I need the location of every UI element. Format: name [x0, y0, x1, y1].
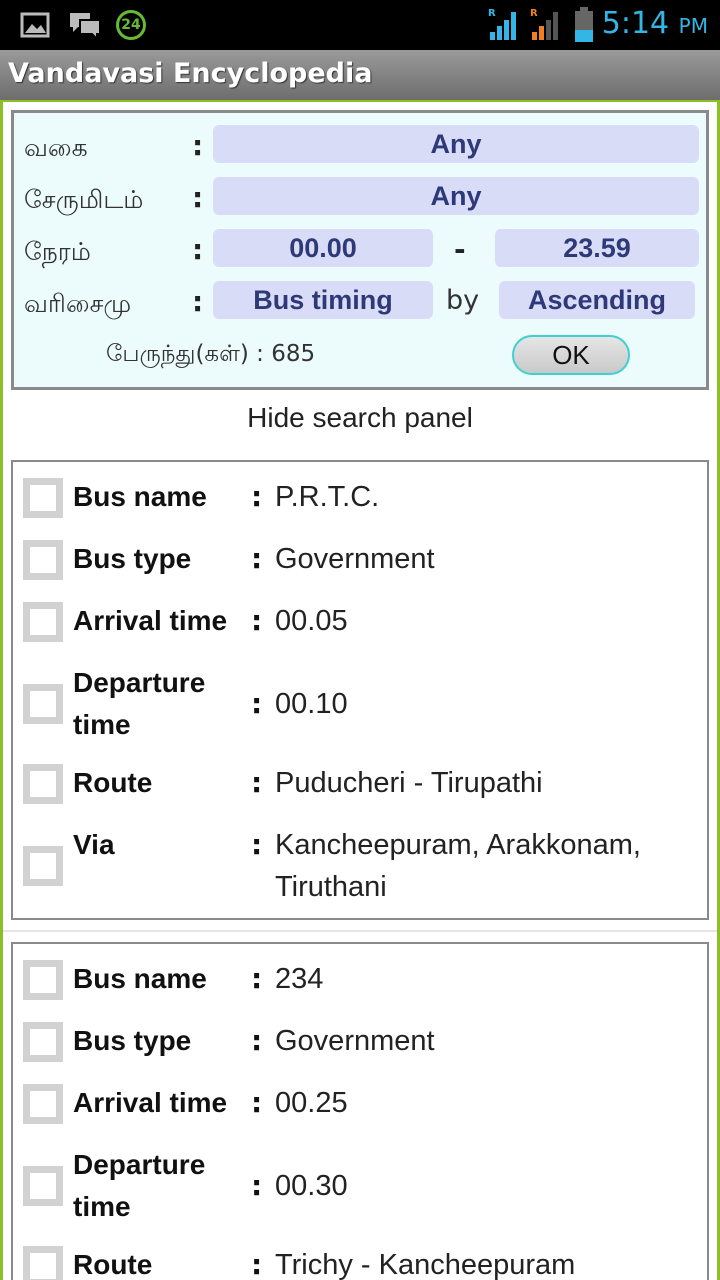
card-divider	[3, 930, 717, 932]
checkbox[interactable]	[23, 764, 63, 804]
checkbox[interactable]	[23, 540, 63, 580]
row-colon: :	[251, 480, 263, 513]
row-colon: :	[251, 766, 263, 799]
row-route: Route : Trichy - Kancheepuram	[13, 1244, 707, 1280]
row-value: 00.05	[275, 605, 348, 637]
row-colon: :	[251, 1248, 263, 1280]
row-colon: :	[251, 1086, 263, 1119]
time-to-select[interactable]: 23.59	[495, 229, 699, 267]
checkbox[interactable]	[23, 1166, 63, 1206]
time-separator: -	[454, 233, 466, 266]
row-value: 00.10	[275, 688, 348, 720]
status-bar: 24 R R 5:14 PM	[0, 0, 720, 50]
row-bus-type: Bus type : Government	[13, 538, 707, 580]
row-colon: :	[251, 1169, 263, 1202]
app-title-bar: Vandavasi Encyclopedia	[0, 50, 720, 102]
row-colon: :	[251, 828, 263, 861]
checkbox[interactable]	[23, 602, 63, 642]
destination-label: சேருமிடம்	[24, 185, 144, 214]
row-via: Via : Kancheepuram, Arakkonam, Tiruthani	[13, 824, 707, 908]
destination-select[interactable]: Any	[213, 177, 699, 215]
row-route: Route : Puducheri - Tirupathi	[13, 762, 707, 804]
time-from-select[interactable]: 00.00	[213, 229, 433, 267]
row-bus-name: Bus name : P.R.T.C.	[13, 476, 707, 518]
clock: 5:14 PM	[602, 6, 708, 41]
row-bus-name: Bus name : 234	[13, 958, 707, 1000]
row-value: Government	[275, 543, 435, 575]
sort-order-select[interactable]: Ascending	[499, 281, 695, 319]
notification-24-icon: 24	[116, 10, 146, 40]
row-colon: :	[251, 604, 263, 637]
sort-colon: :	[192, 285, 204, 318]
row-departure-time: Departure time : 00.30	[13, 1144, 707, 1228]
row-label: Route	[73, 767, 153, 798]
signal-r2-icon: R	[530, 8, 558, 40]
row-value: Government	[275, 1025, 435, 1057]
row-colon: :	[251, 687, 263, 720]
clock-time: 5:14	[601, 6, 670, 41]
image-icon	[20, 12, 50, 38]
row-value: Puducheri - Tirupathi	[275, 767, 543, 799]
checkbox[interactable]	[23, 478, 63, 518]
row-label: Route	[73, 1249, 153, 1280]
row-label: Via	[73, 829, 115, 860]
time-label: நேரம்	[24, 237, 91, 266]
row-colon: :	[251, 542, 263, 575]
row-value: P.R.T.C.	[275, 481, 380, 513]
type-label: வகை	[24, 133, 88, 162]
checkbox[interactable]	[23, 1246, 63, 1280]
signal-r-icon: R	[488, 8, 516, 40]
checkbox[interactable]	[23, 1084, 63, 1124]
notification-count: 24	[121, 17, 141, 33]
checkbox[interactable]	[23, 846, 63, 886]
row-arrival-time: Arrival time : 00.05	[13, 600, 707, 642]
bus-card: Bus name : 234 Bus type : Government Arr…	[11, 942, 709, 1280]
row-colon: :	[251, 962, 263, 995]
time-colon: :	[192, 233, 204, 266]
row-value: Trichy - Kancheepuram	[275, 1249, 576, 1280]
row-label: Departure time	[73, 667, 206, 740]
destination-colon: :	[192, 181, 204, 214]
row-label: Arrival time	[73, 605, 228, 636]
row-value: 00.30	[275, 1170, 348, 1202]
svg-text:R: R	[530, 8, 538, 19]
row-arrival-time: Arrival time : 00.25	[13, 1082, 707, 1124]
type-colon: :	[192, 129, 204, 162]
row-value: 00.25	[275, 1087, 348, 1119]
hide-search-panel-link[interactable]: Hide search panel	[3, 402, 717, 434]
row-value: 234	[275, 963, 324, 995]
row-label: Departure time	[73, 1149, 206, 1222]
row-label: Bus name	[73, 963, 207, 994]
checkbox[interactable]	[23, 1022, 63, 1062]
content-area[interactable]: வகை : Any சேருமிடம் : Any நேரம் : 00.00 …	[0, 102, 720, 1280]
row-colon: :	[251, 1024, 263, 1057]
row-label: Bus type	[73, 1025, 192, 1056]
clock-ampm: PM	[678, 14, 708, 38]
chat-icon	[70, 13, 101, 40]
type-select[interactable]: Any	[213, 125, 699, 163]
ok-button[interactable]: OK	[512, 335, 630, 375]
sort-field-select[interactable]: Bus timing	[213, 281, 433, 319]
battery-icon	[575, 7, 593, 42]
row-label: Bus type	[73, 543, 192, 574]
checkbox[interactable]	[23, 960, 63, 1000]
svg-text:R: R	[488, 8, 496, 19]
bus-count: பேருந்து(கள்) : 685	[106, 341, 316, 367]
row-bus-type: Bus type : Government	[13, 1020, 707, 1062]
sort-label: வரிசைமு	[24, 289, 132, 318]
checkbox[interactable]	[23, 684, 63, 724]
row-value: Kancheepuram, Arakkonam, Tiruthani	[275, 829, 641, 903]
row-label: Arrival time	[73, 1087, 228, 1118]
app-title: Vandavasi Encyclopedia	[8, 58, 373, 89]
sort-by-label: by	[446, 285, 480, 316]
row-departure-time: Departure time : 00.10	[13, 662, 707, 746]
row-label: Bus name	[73, 481, 207, 512]
bus-card: Bus name : P.R.T.C. Bus type : Governmen…	[11, 460, 709, 920]
search-panel: வகை : Any சேருமிடம் : Any நேரம் : 00.00 …	[11, 110, 709, 390]
